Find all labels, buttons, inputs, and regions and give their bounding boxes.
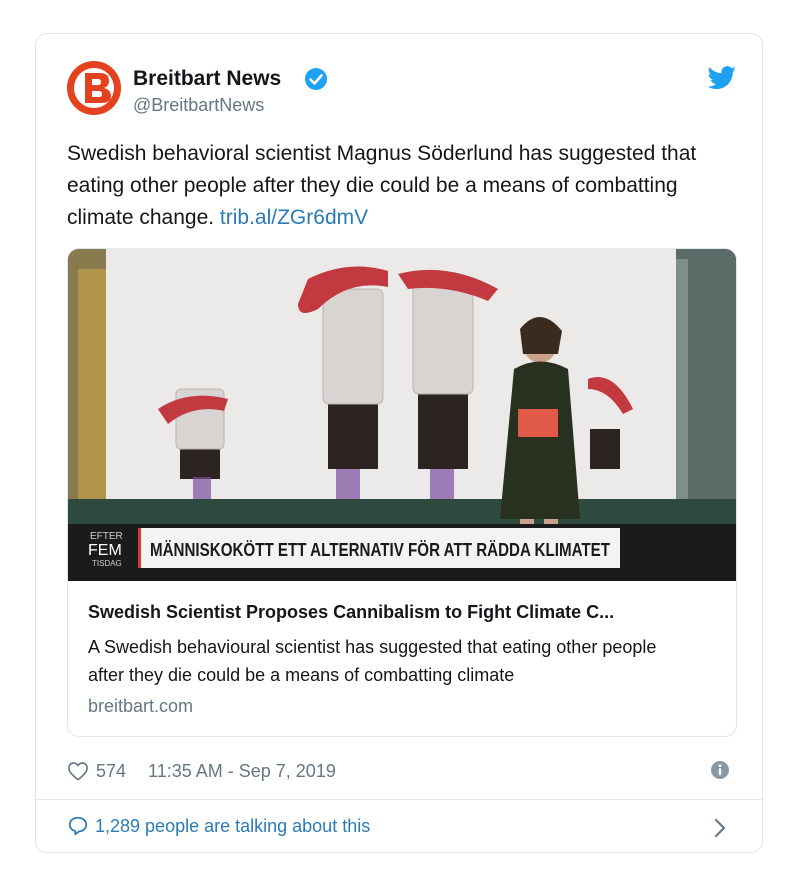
tweet-text-body: Swedish behavioral scientist Magnus Söde…	[67, 142, 697, 229]
banner-bottom-text: TISDAG	[92, 559, 122, 568]
tweet-meta: 574 11:35 AM - Sep 7, 2019	[67, 756, 336, 786]
banner-headline: MÄNNISKOKÖTT ETT ALTERNATIV FÖR ATT RÄDD…	[150, 540, 610, 560]
card-domain: breitbart.com	[88, 696, 194, 716]
card-title[interactable]: Swedish Scientist Proposes Cannibalism t…	[88, 602, 718, 623]
info-icon[interactable]	[710, 760, 730, 780]
tweet-link[interactable]: trib.al/ZGr6dmV	[220, 206, 368, 229]
card-image[interactable]: EFTER FEM TISDAG MÄNNISKOKÖTT ETT ALTERN…	[68, 249, 736, 581]
tweet-embed: Breitbart News @BreitbartNews Swedish be…	[35, 33, 763, 853]
author-handle[interactable]: @BreitbartNews	[133, 95, 264, 116]
speech-bubble-icon	[68, 816, 88, 836]
card-description: A Swedish behavioural scientist has sugg…	[88, 637, 657, 685]
chevron-right-icon[interactable]	[713, 817, 727, 839]
banner-mid-text: FEM	[88, 542, 122, 559]
tweet-text: Swedish behavioral scientist Magnus Söde…	[67, 138, 737, 234]
verified-badge-icon	[305, 68, 327, 90]
twitter-bird-icon[interactable]	[707, 66, 737, 90]
conversation-link[interactable]: 1,289 people are talking about this	[67, 815, 370, 837]
tweet-timestamp[interactable]: 11:35 AM - Sep 7, 2019	[148, 761, 336, 782]
like-count[interactable]: 574	[96, 761, 126, 782]
heart-icon[interactable]	[67, 761, 89, 781]
breitbart-logo-icon[interactable]	[67, 61, 121, 115]
divider	[36, 799, 762, 800]
author-name[interactable]: Breitbart News	[133, 67, 281, 91]
link-card[interactable]: EFTER FEM TISDAG MÄNNISKOKÖTT ETT ALTERN…	[67, 248, 737, 737]
banner-top-text: EFTER	[90, 531, 123, 542]
conversation-link-text[interactable]: 1,289 people are talking about this	[95, 816, 370, 837]
